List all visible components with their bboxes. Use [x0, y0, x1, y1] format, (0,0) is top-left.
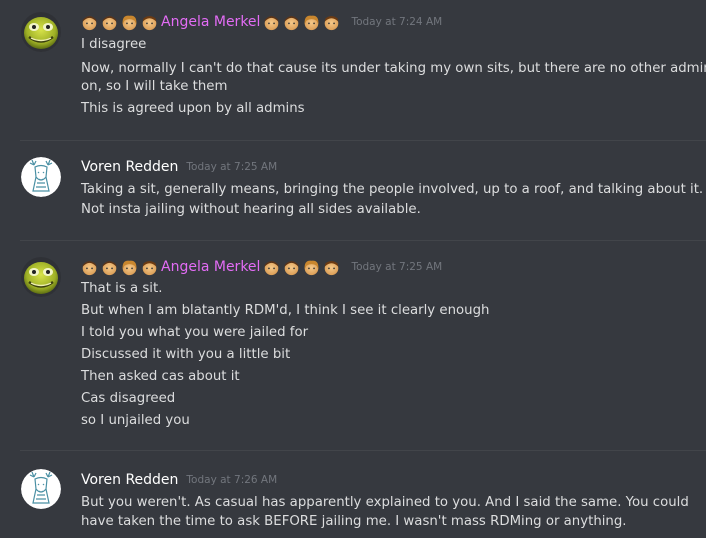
- deer-sketch-icon: [21, 469, 61, 509]
- person-emoji-icon: [102, 260, 117, 275]
- boy-emoji-icon: [142, 260, 157, 275]
- deer-sketch-icon: [21, 157, 61, 197]
- emoji-decoration: [81, 259, 161, 276]
- message-line: But when I am blatantly RDM'd, I think I…: [81, 303, 490, 318]
- message-line: Discussed it with you a little bit: [81, 347, 291, 362]
- girl-emoji-icon: [122, 15, 137, 30]
- message-group: Voren Redden Today at 7:25 AM Taking a s…: [0, 140, 706, 240]
- message-line: Now, normally I can't do that cause its …: [81, 61, 706, 76]
- message-line: But you weren't. As casual has apparentl…: [81, 495, 689, 510]
- person-emoji-icon: [285, 15, 299, 30]
- boy-emoji-icon: [142, 15, 157, 30]
- emoji-decoration: [81, 14, 161, 31]
- person-emoji-icon: [102, 15, 117, 30]
- person-emoji-icon: [285, 260, 299, 275]
- message-line: I told you what you were jailed for: [81, 325, 309, 340]
- timestamp: Today at 7:25 AM: [351, 261, 443, 273]
- girl-emoji-icon: [122, 260, 137, 275]
- avatar[interactable]: [21, 469, 61, 509]
- message-group: Angela Merkel Today at 7:24 AM I disagre…: [0, 0, 706, 140]
- boy-emoji-icon: [325, 15, 339, 30]
- avatar[interactable]: [21, 157, 61, 197]
- boy-emoji-icon: [325, 260, 339, 275]
- message-line: so I unjailed you: [81, 413, 190, 428]
- message-group: Angela Merkel Today at 7:25 AM That is a…: [0, 240, 706, 450]
- person-emoji-icon: [265, 260, 279, 275]
- message-header: Voren Redden Today at 7:26 AM: [81, 470, 277, 490]
- message-line: on, so I will take them: [81, 79, 228, 94]
- message-line: That is a sit.: [81, 281, 163, 296]
- message-header: Voren Redden Today at 7:25 AM: [81, 157, 277, 177]
- emoji-decoration: [263, 259, 343, 276]
- timestamp: Today at 7:26 AM: [186, 474, 278, 486]
- message-line: have taken the time to ask BEFORE jailin…: [81, 514, 627, 529]
- message-line: Cas disagreed: [81, 391, 176, 406]
- username[interactable]: Angela Merkel: [161, 12, 260, 32]
- person-emoji-icon: [82, 15, 97, 30]
- timestamp: Today at 7:24 AM: [351, 16, 443, 28]
- frog-face-icon: [21, 12, 61, 52]
- message-line: I disagree: [81, 37, 147, 52]
- message-line: Taking a sit, generally means, bringing …: [81, 182, 704, 197]
- message-line: Then asked cas about it: [81, 369, 240, 384]
- timestamp: Today at 7:25 AM: [186, 161, 278, 173]
- message-line: This is agreed upon by all admins: [81, 101, 305, 116]
- username[interactable]: Voren Redden: [81, 157, 178, 177]
- girl-emoji-icon: [305, 260, 319, 275]
- avatar[interactable]: [21, 12, 61, 52]
- girl-emoji-icon: [305, 15, 319, 30]
- username[interactable]: Voren Redden: [81, 470, 178, 490]
- person-emoji-icon: [265, 15, 279, 30]
- emoji-decoration: [263, 14, 343, 31]
- message-header: Angela Merkel Today at 7:25 AM: [81, 257, 442, 277]
- avatar[interactable]: [21, 257, 61, 297]
- message-header: Angela Merkel Today at 7:24 AM: [81, 12, 442, 32]
- username[interactable]: Angela Merkel: [161, 257, 260, 277]
- message-group: Voren Redden Today at 7:26 AM But you we…: [0, 450, 706, 538]
- message-line: Not insta jailing without hearing all si…: [81, 202, 421, 217]
- person-emoji-icon: [82, 260, 97, 275]
- frog-face-icon: [21, 257, 61, 297]
